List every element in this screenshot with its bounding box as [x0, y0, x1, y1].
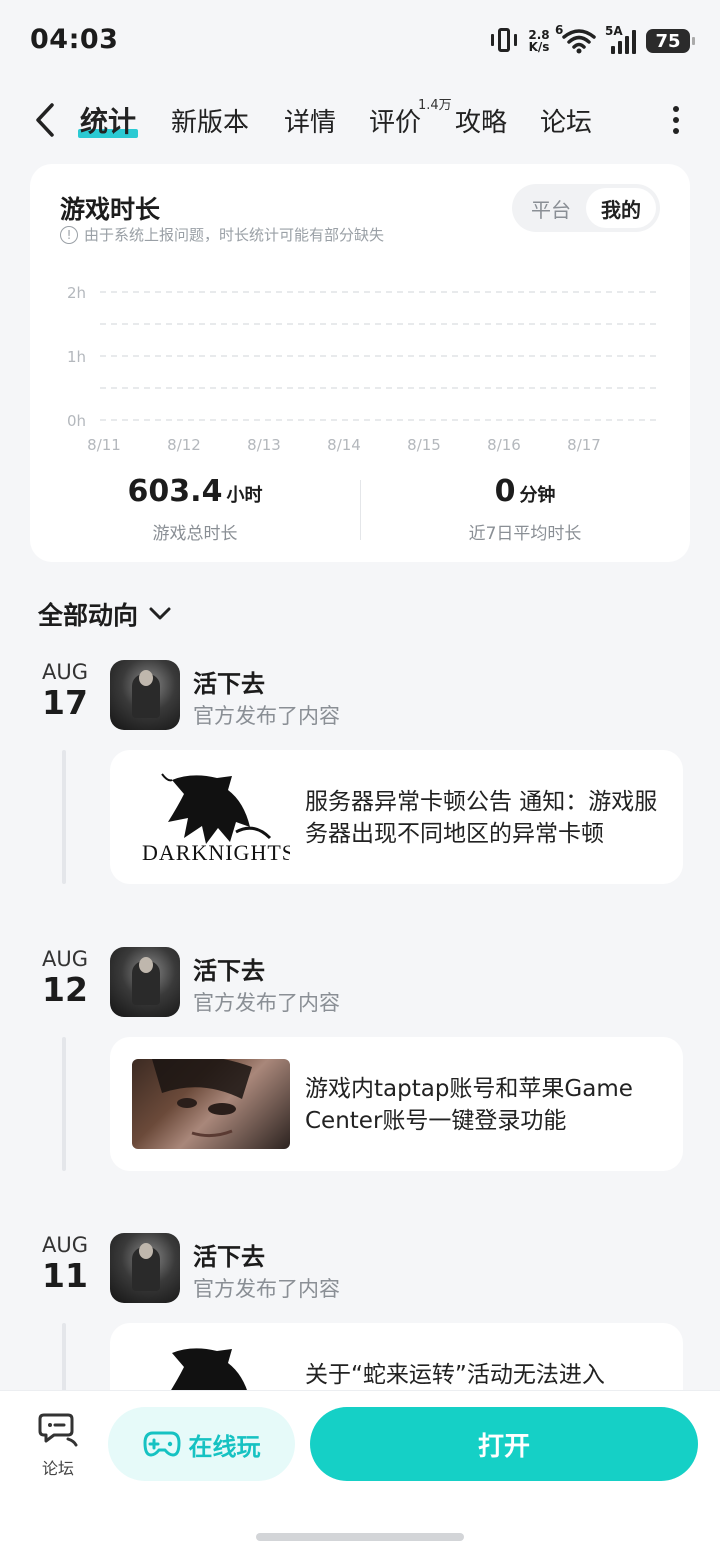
avg-unit: 分钟 — [519, 485, 556, 506]
post-text: 服务器异常卡顿公告 通知：游戏服务器出现不同地区的异常卡顿 — [305, 789, 658, 847]
timeline-line — [62, 750, 66, 884]
entry-action: 官方发布了内容 — [193, 991, 340, 1015]
tab-reviews[interactable]: 评价 — [369, 102, 421, 139]
chart-xtick-label: 8/17 — [567, 436, 601, 454]
entry-month: AUG — [41, 1233, 88, 1257]
dark-knights-logo: DARKNIGHTS — [142, 773, 290, 862]
open-button[interactable]: 打开 — [310, 1407, 698, 1481]
total-unit: 小时 — [226, 485, 263, 506]
chart-ytick-label: 1h — [67, 348, 86, 366]
open-label: 打开 — [477, 1431, 530, 1462]
post-text: 游戏内taptap账号和苹果Game Center账号一键登录功能 — [305, 1076, 633, 1134]
tab-new-version[interactable]: 新版本 — [171, 102, 249, 139]
chart-xtick-label: 8/14 — [327, 436, 361, 454]
net-speed: 2.8 K/s — [528, 28, 550, 54]
entry-action: 官方发布了内容 — [193, 704, 340, 728]
entry-day: 17 — [42, 683, 88, 722]
wifi-icon: 6 — [555, 23, 597, 55]
cell-label: 5A — [605, 24, 623, 38]
chart-xtick-label: 8/16 — [487, 436, 521, 454]
card-note: ! 由于系统上报问题，时长统计可能有部分缺失 — [60, 224, 384, 245]
game-avatar[interactable] — [110, 947, 180, 1017]
entry-day: 11 — [42, 1256, 88, 1295]
forum-button[interactable]: 论坛 — [30, 1411, 86, 1479]
game-name[interactable]: 活下去 — [193, 1237, 265, 1272]
status-time: 04:03 — [30, 24, 119, 55]
toggle-mine[interactable]: 我的 — [586, 188, 656, 228]
chart-xtick-label: 8/13 — [247, 436, 281, 454]
chevron-down-icon — [149, 607, 171, 620]
timeline-line — [62, 1037, 66, 1171]
svg-text:DARKNIGHTS: DARKNIGHTS — [142, 840, 290, 862]
toggle-platform[interactable]: 平台 — [516, 188, 586, 228]
post-text: 关于“蛇来运转”活动无法进入 — [305, 1362, 605, 1388]
battery-level: 75 — [655, 30, 681, 52]
game-avatar[interactable] — [110, 1233, 180, 1303]
face-photo — [152, 1059, 252, 1138]
entry-date: AUG 17 — [30, 660, 100, 722]
tab-label: 统计 — [80, 105, 137, 138]
post-card[interactable]: 游戏内taptap账号和苹果Game Center账号一键登录功能 — [110, 1037, 683, 1171]
game-name[interactable]: 活下去 — [193, 951, 265, 986]
game-avatar[interactable] — [110, 660, 180, 730]
chart-ytick-label: 2h — [67, 284, 86, 302]
forum-icon — [38, 1413, 78, 1447]
wifi-label: 6 — [555, 23, 564, 37]
home-indicator[interactable] — [256, 1533, 464, 1541]
back-arrow-icon[interactable] — [30, 102, 60, 138]
card-title: 游戏时长 — [60, 195, 161, 224]
total-label: 游戏总时长 — [152, 524, 238, 544]
game-name[interactable]: 活下去 — [193, 664, 265, 699]
battery-icon: 75 — [646, 29, 695, 53]
platform-mine-toggle: 平台 我的 — [512, 184, 660, 232]
avg-label: 近7日平均时长 — [468, 524, 582, 544]
chart-xtick-label: 8/15 — [407, 436, 441, 454]
chart-xtick-label: 8/12 — [167, 436, 201, 454]
entry-date: AUG 12 — [30, 947, 100, 1009]
total-value: 603.4 — [127, 474, 223, 509]
status-bar: 04:03 2.8 K/s 6 5A 75 — [0, 0, 720, 84]
tab-stats[interactable]: 统计 — [78, 100, 139, 140]
playtime-card: 游戏时长 ! 由于系统上报问题，时长统计可能有部分缺失 平台 我的 0h 1h 2h… — [30, 164, 690, 562]
play-online-button[interactable]: 在线玩 — [108, 1407, 295, 1481]
info-icon: ! — [60, 225, 78, 244]
total-playtime: 603.4 小时 游戏总时长 — [30, 474, 360, 544]
post-thumbnail: DARKNIGHTS — [132, 772, 290, 862]
cell-signal-icon: 5A — [605, 24, 636, 54]
entry-action: 官方发布了内容 — [193, 1277, 340, 1301]
post-card[interactable]: DARKNIGHTS 服务器异常卡顿公告 通知：游戏服务器出现不同地区的异常卡顿 — [110, 750, 683, 884]
entry-month: AUG — [41, 947, 88, 971]
top-nav: 统计 新版本 详情 评价 1.4万 攻略 论坛 — [0, 90, 720, 150]
post-thumbnail — [132, 1059, 290, 1149]
avg-playtime: 0 分钟 近7日平均时长 — [360, 474, 690, 544]
entry-month: AUG — [41, 660, 88, 684]
avg-value: 0 — [494, 474, 516, 509]
more-icon[interactable] — [672, 106, 680, 134]
status-icons: 2.8 K/s 6 5A 75 — [491, 23, 695, 56]
entry-date: AUG 11 — [30, 1233, 100, 1295]
forum-label: 论坛 — [41, 1459, 74, 1478]
tab-forum[interactable]: 论坛 — [540, 102, 592, 139]
feed-filter-dropdown[interactable]: 全部动向 — [38, 596, 172, 632]
vibrate-icon — [491, 26, 517, 56]
chart-xtick-label: 8/11 — [87, 436, 121, 454]
note-text: 由于系统上报问题，时长统计可能有部分缺失 — [84, 226, 385, 244]
play-online-label: 在线玩 — [188, 1432, 261, 1461]
stats-summary: 603.4 小时 游戏总时长 0 分钟 近7日平均时长 — [30, 474, 690, 554]
chart-ytick-label: 0h — [67, 412, 86, 430]
gamepad-icon — [143, 1431, 180, 1457]
reviews-count-badge: 1.4万 — [418, 98, 452, 113]
filter-label: 全部动向 — [38, 601, 139, 630]
tab-guides[interactable]: 攻略 — [455, 102, 507, 139]
entry-day: 12 — [42, 970, 88, 1009]
bottom-action-bar: 论坛 在线玩 打开 — [0, 1390, 720, 1554]
tab-details[interactable]: 详情 — [284, 102, 336, 139]
playtime-chart: 0h 1h 2h 8/11 8/12 8/13 8/14 8/15 8/16 8/17 — [67, 284, 660, 454]
